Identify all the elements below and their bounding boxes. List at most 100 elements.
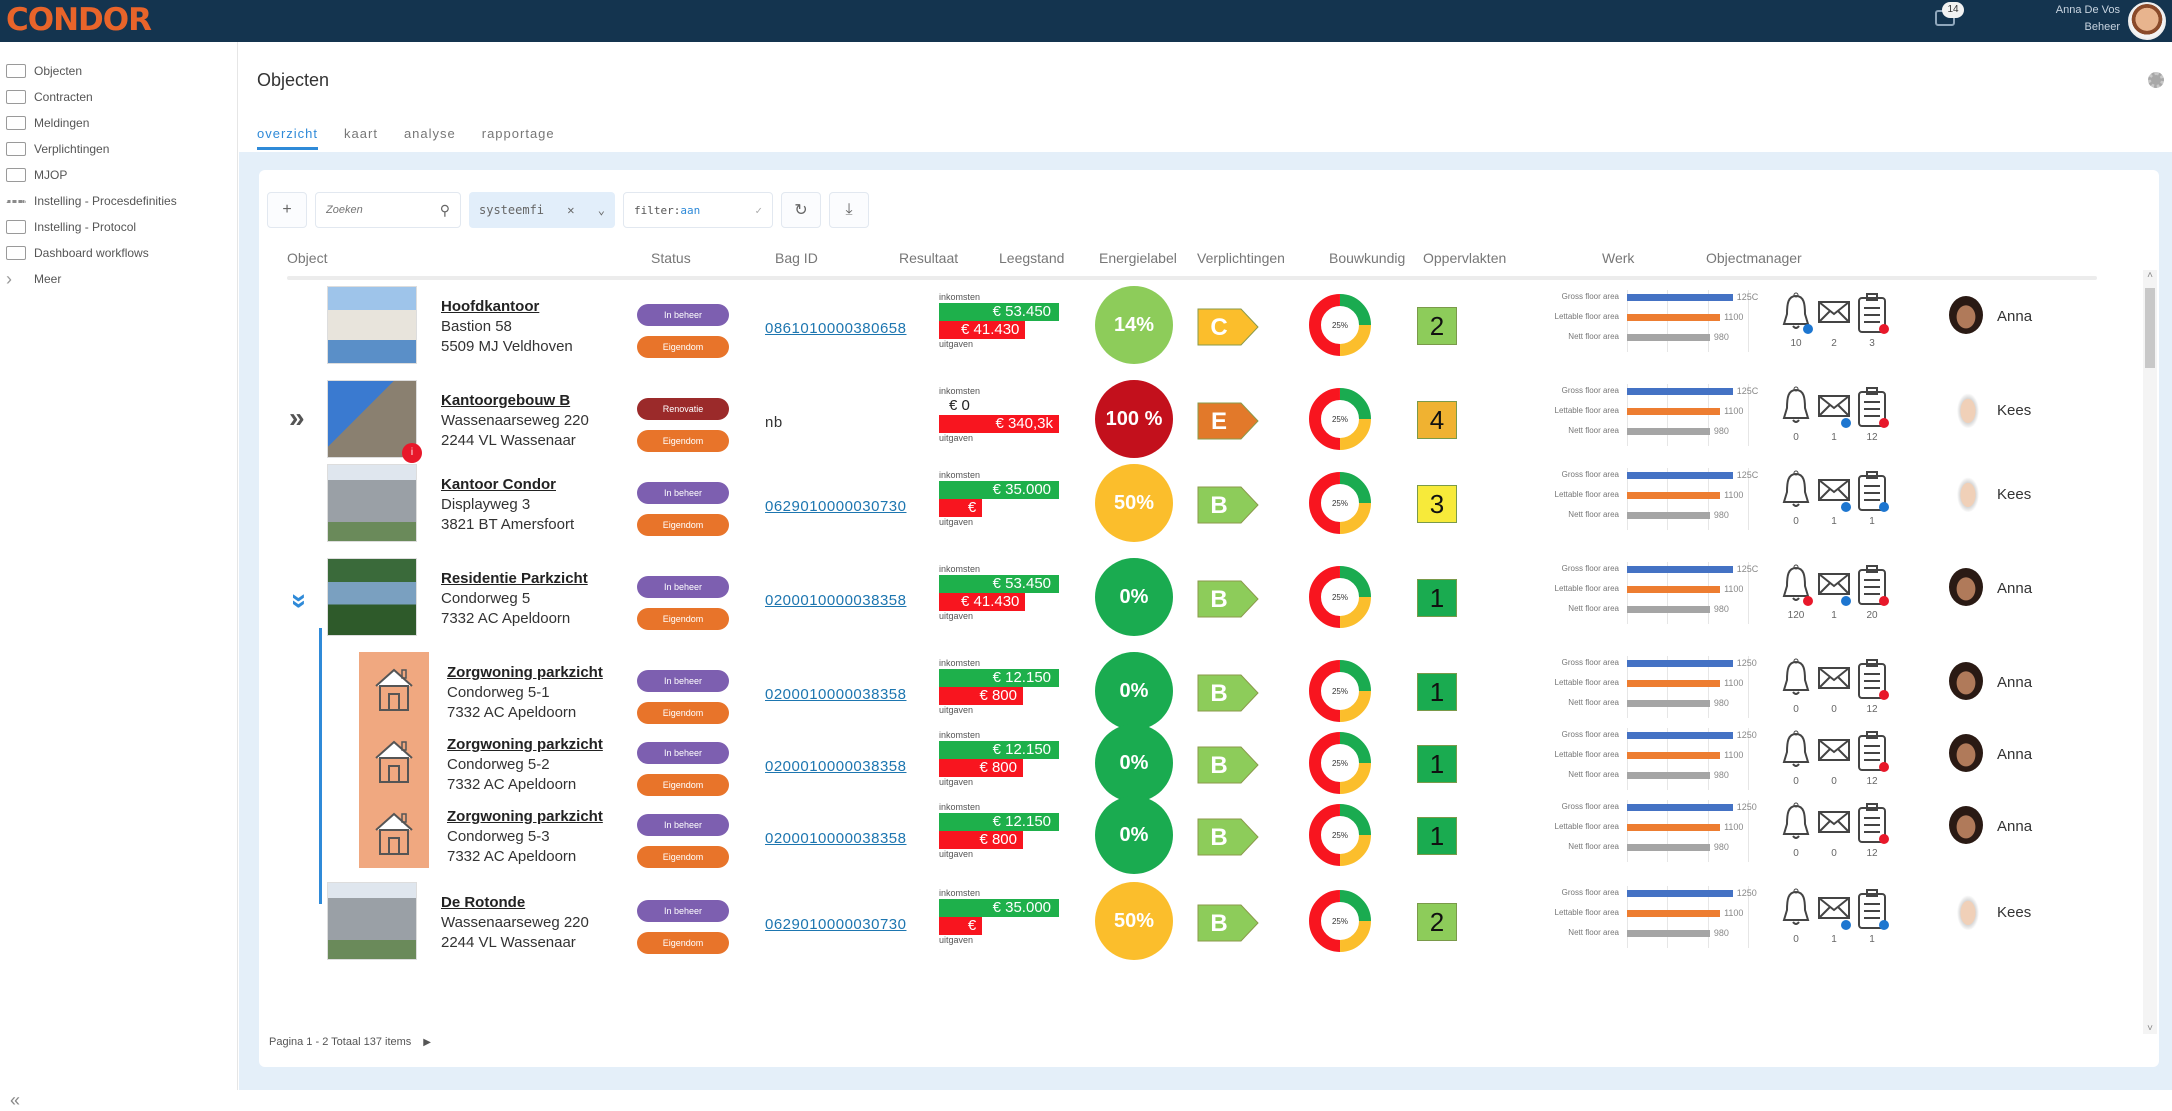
bag-id-link[interactable]: 0200010000038358 [765,758,906,775]
envelope-icon[interactable] [1817,802,1851,846]
next-page-button[interactable]: ▶ [423,1037,431,1048]
manager-avatar[interactable] [1955,474,1981,512]
house-icon-thumbnail[interactable] [359,724,429,796]
sidebar-item-objecten[interactable]: Objecten [6,60,82,82]
column-header-werk[interactable]: Werk [1602,250,1634,266]
column-header-objectmanager[interactable]: Objectmanager [1706,250,1802,266]
bell-icon[interactable] [1779,658,1813,702]
object-name-link[interactable]: Zorgwoning parkzicht [447,664,603,681]
column-header-oppervlakten[interactable]: Oppervlakten [1423,250,1506,266]
bag-id-link[interactable]: 0200010000038358 [765,686,906,703]
collapse-row-icon[interactable]: » [284,593,316,599]
envelope-icon[interactable] [1817,658,1851,702]
table-row[interactable]: Kantoor Condor Displayweg 3 3821 BT Amersf… [259,458,2139,544]
bell-icon[interactable] [1779,386,1813,430]
column-header-object[interactable]: Object [287,250,327,266]
scroll-up-icon[interactable]: ˄ [2143,270,2157,281]
object-name-link[interactable]: Kantoorgebouw B [441,392,570,409]
chevron-down-icon[interactable]: ⌄ [598,203,605,217]
object-photo[interactable] [327,286,417,364]
filter-chip[interactable]: systeemfi ✕ ⌄ [469,192,615,228]
collapse-sidebar-button[interactable]: « [10,1090,20,1111]
sidebar-item-dashboard-workflows[interactable]: Dashboard workflows [6,242,149,264]
sidebar-item-meldingen[interactable]: Meldingen [6,112,89,134]
clear-icon[interactable]: ✕ [567,203,574,217]
table-row-child[interactable]: Zorgwoning parkzicht Condorweg 5-1 7332 AC… [259,646,2139,730]
vertical-scrollbar[interactable]: ˄ ˅ [2143,270,2157,1034]
tab-overzicht[interactable]: overzicht [257,126,319,150]
object-name-link[interactable]: Hoofdkantoor [441,298,539,315]
column-header-bag id[interactable]: Bag ID [775,250,818,266]
expense-value: € 11,5k [939,499,983,534]
gear-icon[interactable] [2148,72,2164,88]
bell-icon[interactable] [1779,470,1813,514]
bag-id-link[interactable]: 0629010000030730 [765,916,906,933]
scrollbar-thumb[interactable] [2145,288,2155,368]
manager-avatar[interactable] [1949,662,1983,700]
sidebar-item-label: Dashboard workflows [34,246,149,260]
tab-kaart[interactable]: kaart [344,126,378,150]
add-button[interactable]: + [267,192,307,228]
filter-toggle[interactable]: filter:aan ✓ [623,192,773,228]
column-header-status[interactable]: Status [651,250,691,266]
bell-icon[interactable] [1779,802,1813,846]
table-row-child[interactable]: Zorgwoning parkzicht Condorweg 5-2 7332 AC… [259,718,2139,802]
manager-avatar[interactable] [1955,892,1981,930]
manager-avatar[interactable] [1949,806,1983,844]
house-icon-thumbnail[interactable] [359,652,429,724]
obligations-percent: 25% [1332,593,1348,602]
user-avatar[interactable] [2128,2,2166,40]
table-row[interactable]: Hoofdkantoor Bastion 58 5509 MJ Veldhoven I… [259,280,2139,368]
bag-id-link[interactable]: 0200010000038358 [765,830,906,847]
refresh-button[interactable]: ↻ [781,192,821,228]
bag-id-link[interactable]: 0200010000038358 [765,592,906,609]
table-row[interactable]: » i Kantoorgebouw B Wassenaarseweg 220 2244 … [259,374,2139,463]
tab-rapportage[interactable]: rapportage [482,126,555,150]
search-icon[interactable]: ⚲ [440,202,450,219]
object-name-link[interactable]: Kantoor Condor [441,476,556,493]
column-header-verplichtingen[interactable]: Verplichtingen [1197,250,1285,266]
tab-analyse[interactable]: analyse [404,126,456,150]
object-name-link[interactable]: Residentie Parkzicht [441,570,588,587]
download-button[interactable]: ⤓ [829,192,869,228]
bag-id-link[interactable]: 0861010000380658 [765,320,906,337]
bag-id-link[interactable]: 0629010000030730 [765,498,906,515]
sidebar-item-mjop[interactable]: MJOP [6,164,67,186]
sidebar-item-meer[interactable]: › Meer [6,268,61,290]
object-name-link[interactable]: Zorgwoning parkzicht [447,736,603,753]
sidebar-item-verplichtingen[interactable]: Verplichtingen [6,138,109,160]
sidebar-item-instelling-protocol[interactable]: Instelling - Protocol [6,216,136,238]
manager-avatar[interactable] [1949,568,1983,606]
object-name-link[interactable]: De Rotonde [441,894,525,911]
house-icon-thumbnail[interactable] [359,796,429,868]
column-header-energielabel[interactable]: Energielabel [1099,250,1177,266]
scroll-down-icon[interactable]: ˅ [2143,1023,2157,1034]
object-name-link[interactable]: Zorgwoning parkzicht [447,808,603,825]
object-photo[interactable] [327,464,417,542]
column-header-resultaat[interactable]: Resultaat [899,250,958,266]
object-photo[interactable] [327,882,417,960]
search-field[interactable]: ⚲ [315,192,461,228]
table-row-child[interactable]: Zorgwoning parkzicht Condorweg 5-3 7332 AC… [259,790,2139,874]
column-header-leegstand[interactable]: Leegstand [999,250,1064,266]
bell-icon[interactable] [1779,888,1813,932]
manager-avatar[interactable] [1949,734,1983,772]
bell-icon[interactable] [1779,730,1813,774]
manager-avatar[interactable] [1949,296,1983,334]
app-logo[interactable]: CONDOR [6,2,152,38]
envelope-icon[interactable] [1817,292,1851,336]
table-row[interactable]: De Rotonde Wassenaarseweg 220 2244 VL Wass… [259,876,2139,962]
energy-label-arrow: B [1197,818,1259,856]
sidebar-item-contracten[interactable]: Contracten [6,86,93,108]
notifications-count: 10 [1790,338,1802,349]
notifications-count: 0 [1793,516,1799,527]
expand-row-icon[interactable]: » [289,402,304,434]
manager-avatar[interactable] [1955,390,1981,428]
table-row[interactable]: » Residentie Parkzicht Condorweg 5 7332 AC … [259,552,2139,638]
object-photo[interactable]: i [327,380,422,463]
object-photo[interactable] [327,558,417,636]
sidebar-item-instelling-procesdefinities[interactable]: Instelling - Procesdefinities [6,190,177,212]
column-header-bouwkundig[interactable]: Bouwkundig [1329,250,1405,266]
search-input[interactable] [326,204,426,216]
envelope-icon[interactable] [1817,730,1851,774]
